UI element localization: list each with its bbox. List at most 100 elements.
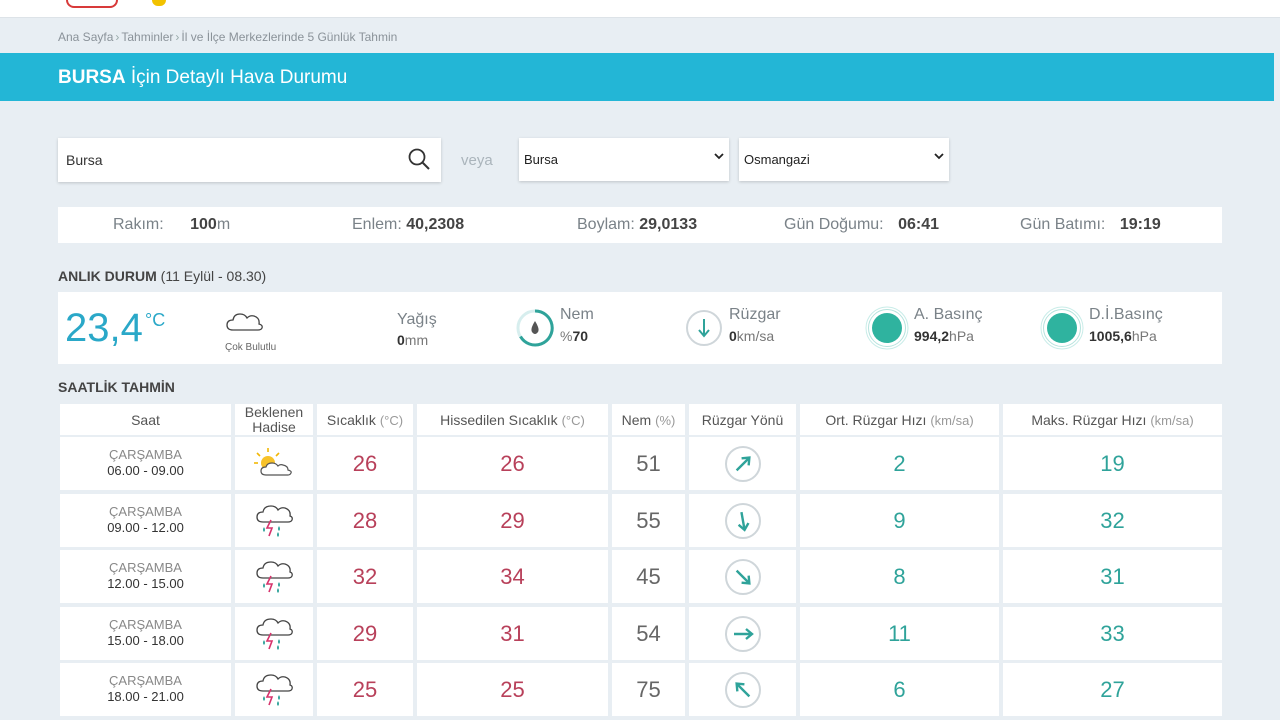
table-cell: 26 xyxy=(317,437,413,490)
col-header-temp: Sıcaklık (°C) xyxy=(317,404,413,435)
breadcrumb-home-link[interactable]: Ana Sayfa xyxy=(58,30,113,44)
row-avg-wind: 8 xyxy=(893,564,906,589)
humidity-prefix: % xyxy=(560,328,573,344)
table-cell: 51 xyxy=(612,437,685,490)
altitude-value: 100 xyxy=(190,216,217,233)
table-cell: 25 xyxy=(417,663,608,716)
table-cell: 75 xyxy=(612,663,685,716)
humidity-value: %70 xyxy=(560,328,588,344)
page-title-rest: İçin Detaylı Hava Durumu xyxy=(125,67,348,88)
district-select[interactable]: Osmangazi xyxy=(739,138,949,181)
table-cell: 34 xyxy=(417,550,608,603)
table-cell: 29 xyxy=(317,606,413,660)
breadcrumb: Ana Sayfa › Tahminler › İl ve İlçe Merkezler… xyxy=(58,30,397,44)
current-timestamp: (11 Eylül - 08.30) xyxy=(160,268,267,284)
col-header-humidity-label: Nem xyxy=(621,412,652,428)
city-select[interactable]: Bursa xyxy=(519,138,729,181)
col-header-feels-label: Hissedilen Sıcaklık xyxy=(440,412,558,428)
table-cell: 28 xyxy=(317,493,413,547)
sunrise-value: 06:41 xyxy=(898,216,939,233)
sunset: Gün Batımı: 19:19 xyxy=(1020,216,1161,234)
breadcrumb-separator: › xyxy=(175,30,180,44)
pressure-icon xyxy=(865,306,909,350)
table-cell: ÇARŞAMBA 15.00 - 18.00 xyxy=(60,606,231,660)
precip-value: 0mm xyxy=(397,332,428,348)
row-feels-like: 34 xyxy=(500,564,525,589)
row-day: ÇARŞAMBA xyxy=(109,616,182,632)
pressure-unit: hPa xyxy=(949,328,974,344)
wind-amount: 0 xyxy=(729,328,737,344)
col-header-event-line1: Beklenen xyxy=(244,404,304,420)
row-humidity: 54 xyxy=(636,620,661,646)
table-cell xyxy=(689,606,796,660)
chevron-down-icon xyxy=(934,153,944,160)
table-cell: 33 xyxy=(1003,606,1222,660)
wind-arrow-icon xyxy=(724,615,761,652)
partly-cloudy-sun-icon xyxy=(235,446,313,485)
row-avg-wind: 9 xyxy=(893,507,906,533)
search-icon[interactable] xyxy=(406,146,432,172)
table-cell: 26 xyxy=(417,437,608,490)
table-cell xyxy=(689,663,796,716)
breadcrumb-separator: › xyxy=(115,30,120,44)
table-cell: 27 xyxy=(1003,663,1222,716)
col-header-feels-unit: (°C) xyxy=(561,413,585,428)
longitude: Boylam: 29,0133 xyxy=(577,216,697,234)
table-cell xyxy=(235,550,313,603)
row-time: 12.00 - 15.00 xyxy=(107,576,184,591)
row-max-wind: 19 xyxy=(1100,451,1125,476)
page-banner: BURSA İçin Detaylı Hava Durumu xyxy=(0,53,1274,101)
col-header-feels: Hissedilen Sıcaklık (°C) xyxy=(417,404,608,435)
table-cell: 9 xyxy=(800,493,999,547)
table-cell: 25 xyxy=(317,663,413,716)
row-max-wind: 31 xyxy=(1100,564,1125,589)
table-cell: 31 xyxy=(417,606,608,660)
mgm-logo[interactable] xyxy=(66,0,118,8)
breadcrumb-tahminler-link[interactable]: Tahminler xyxy=(121,30,173,44)
col-header-temp-label: Sıcaklık xyxy=(326,412,376,428)
table-cell: ÇARŞAMBA 12.00 - 15.00 xyxy=(60,550,231,603)
search-input[interactable] xyxy=(58,138,398,182)
table-cell: 32 xyxy=(1003,493,1222,547)
table-cell: 31 xyxy=(1003,550,1222,603)
altitude-label: Rakım: xyxy=(113,216,164,233)
row-temperature: 26 xyxy=(352,451,378,476)
district-select-value: Osmangazi xyxy=(744,152,810,167)
table-cell: 32 xyxy=(317,550,413,603)
row-feels-like: 31 xyxy=(500,620,525,646)
latitude: Enlem: 40,2308 xyxy=(352,216,464,234)
pressure-label: A. Basınç xyxy=(914,306,983,323)
col-header-humidity-unit: (%) xyxy=(655,413,676,428)
city-select-value: Bursa xyxy=(524,152,558,167)
humidity-amount: 70 xyxy=(572,328,589,344)
wind-arrow-icon xyxy=(724,502,761,539)
col-header-avg-wind: Ort. Rüzgar Hızı (km/sa) xyxy=(800,404,999,435)
row-temperature: 29 xyxy=(352,620,378,646)
col-header-time: Saat xyxy=(60,404,231,435)
altitude-unit: m xyxy=(216,216,231,233)
current-condition: Çok Bulutlu xyxy=(225,342,277,353)
row-time: 18.00 - 21.00 xyxy=(107,689,184,704)
row-max-wind: 32 xyxy=(1100,507,1125,533)
current-temperature: 23,4 xyxy=(65,306,143,350)
row-day: ÇARŞAMBA xyxy=(109,673,182,688)
thunderstorm-rain-icon xyxy=(235,672,313,713)
table-cell xyxy=(235,606,313,660)
sunset-value: 19:19 xyxy=(1119,216,1161,233)
row-avg-wind: 2 xyxy=(893,451,906,476)
row-humidity: 45 xyxy=(636,564,661,589)
row-day: ÇARŞAMBA xyxy=(109,447,182,462)
row-avg-wind: 6 xyxy=(893,677,906,702)
wind-direction-icon xyxy=(686,310,722,346)
col-header-max-wind: Maks. Rüzgar Hızı (km/sa) xyxy=(1003,404,1222,435)
col-header-wind-dir: Rüzgar Yönü xyxy=(689,404,796,435)
wind-arrow-icon xyxy=(724,559,761,595)
col-header-temp-unit: (°C) xyxy=(379,413,404,428)
sea-level-pressure-icon xyxy=(1040,306,1084,350)
sunset-label: Gün Batımı: xyxy=(1020,216,1106,233)
top-header xyxy=(0,0,1280,18)
altitude: Rakım: 100m xyxy=(113,216,230,234)
row-temperature: 25 xyxy=(352,677,378,702)
latitude-label: Enlem: xyxy=(352,216,402,233)
wind-unit: km/sa xyxy=(736,328,775,344)
